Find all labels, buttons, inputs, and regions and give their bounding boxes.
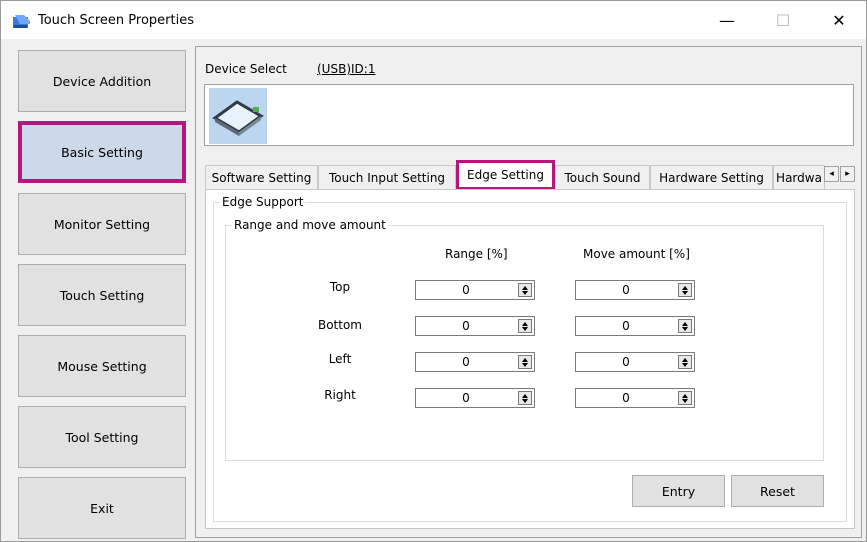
window-title: Touch Screen Properties <box>38 13 194 28</box>
right-range-value[interactable]: 0 <box>416 391 516 405</box>
tab-edge-setting[interactable]: Edge Setting <box>456 160 555 190</box>
touch-panel-icon[interactable] <box>209 88 267 144</box>
tab-scroll-left-button[interactable]: ◂ <box>824 166 839 182</box>
range-move-title: Range and move amount <box>232 218 388 232</box>
basic-setting-button[interactable]: Basic Setting <box>18 121 186 183</box>
spinner-arrows-icon[interactable] <box>678 319 692 333</box>
right-move-spinner[interactable]: 0 <box>575 388 695 408</box>
spinner-arrows-icon[interactable] <box>518 283 532 297</box>
bottom-move-spinner[interactable]: 0 <box>575 316 695 336</box>
maximize-button[interactable]: ☐ <box>760 1 806 39</box>
exit-button[interactable]: Exit <box>18 477 186 539</box>
move-amount-column-header: Move amount [%] <box>583 247 690 261</box>
mouse-setting-button[interactable]: Mouse Setting <box>18 335 186 397</box>
spinner-arrows-icon[interactable] <box>678 355 692 369</box>
monitor-setting-button[interactable]: Monitor Setting <box>18 193 186 255</box>
tab-touch-sound[interactable]: Touch Sound <box>555 165 650 189</box>
left-move-spinner[interactable]: 0 <box>575 352 695 372</box>
spinner-arrows-icon[interactable] <box>518 319 532 333</box>
top-label: Top <box>329 280 351 294</box>
edge-support-title: Edge Support <box>220 195 306 209</box>
bottom-range-spinner[interactable]: 0 <box>415 316 535 336</box>
touch-setting-button[interactable]: Touch Setting <box>18 264 186 326</box>
right-range-spinner[interactable]: 0 <box>415 388 535 408</box>
device-addition-button[interactable]: Device Addition <box>18 50 186 112</box>
tab-software-setting[interactable]: Software Setting <box>205 165 318 189</box>
spinner-arrows-icon[interactable] <box>678 283 692 297</box>
bottom-label: Bottom <box>317 318 362 332</box>
bottom-range-value[interactable]: 0 <box>416 319 516 333</box>
left-label: Left <box>328 352 352 366</box>
top-range-spinner[interactable]: 0 <box>415 280 535 300</box>
right-move-value[interactable]: 0 <box>576 391 676 405</box>
close-button[interactable]: ✕ <box>816 1 862 39</box>
left-range-value[interactable]: 0 <box>416 355 516 369</box>
left-move-value[interactable]: 0 <box>576 355 676 369</box>
device-list[interactable] <box>204 84 854 146</box>
tool-setting-button[interactable]: Tool Setting <box>18 406 186 468</box>
top-move-value[interactable]: 0 <box>576 283 676 297</box>
range-column-header: Range [%] <box>445 247 508 261</box>
reset-button[interactable]: Reset <box>731 475 824 507</box>
minimize-button[interactable]: — <box>704 1 750 39</box>
left-range-spinner[interactable]: 0 <box>415 352 535 372</box>
device-select-label: Device Select <box>205 62 287 76</box>
right-label: Right <box>324 388 356 402</box>
device-select-value[interactable]: (USB)ID:1 <box>317 62 375 76</box>
tab-touch-input-setting[interactable]: Touch Input Setting <box>318 165 456 189</box>
spinner-arrows-icon[interactable] <box>518 355 532 369</box>
tab-hardware-truncated[interactable]: Hardwa <box>773 165 825 189</box>
tab-scroll-right-button[interactable]: ▸ <box>840 166 855 182</box>
spinner-arrows-icon[interactable] <box>678 391 692 405</box>
top-range-value[interactable]: 0 <box>416 283 516 297</box>
tab-hardware-setting[interactable]: Hardware Setting <box>650 165 773 189</box>
entry-button[interactable]: Entry <box>632 475 725 507</box>
app-icon <box>13 15 30 28</box>
bottom-move-value[interactable]: 0 <box>576 319 676 333</box>
title-bar[interactable]: Touch Screen Properties — ☐ ✕ <box>1 1 866 39</box>
range-move-group <box>225 225 824 461</box>
spinner-arrows-icon[interactable] <box>518 391 532 405</box>
top-move-spinner[interactable]: 0 <box>575 280 695 300</box>
